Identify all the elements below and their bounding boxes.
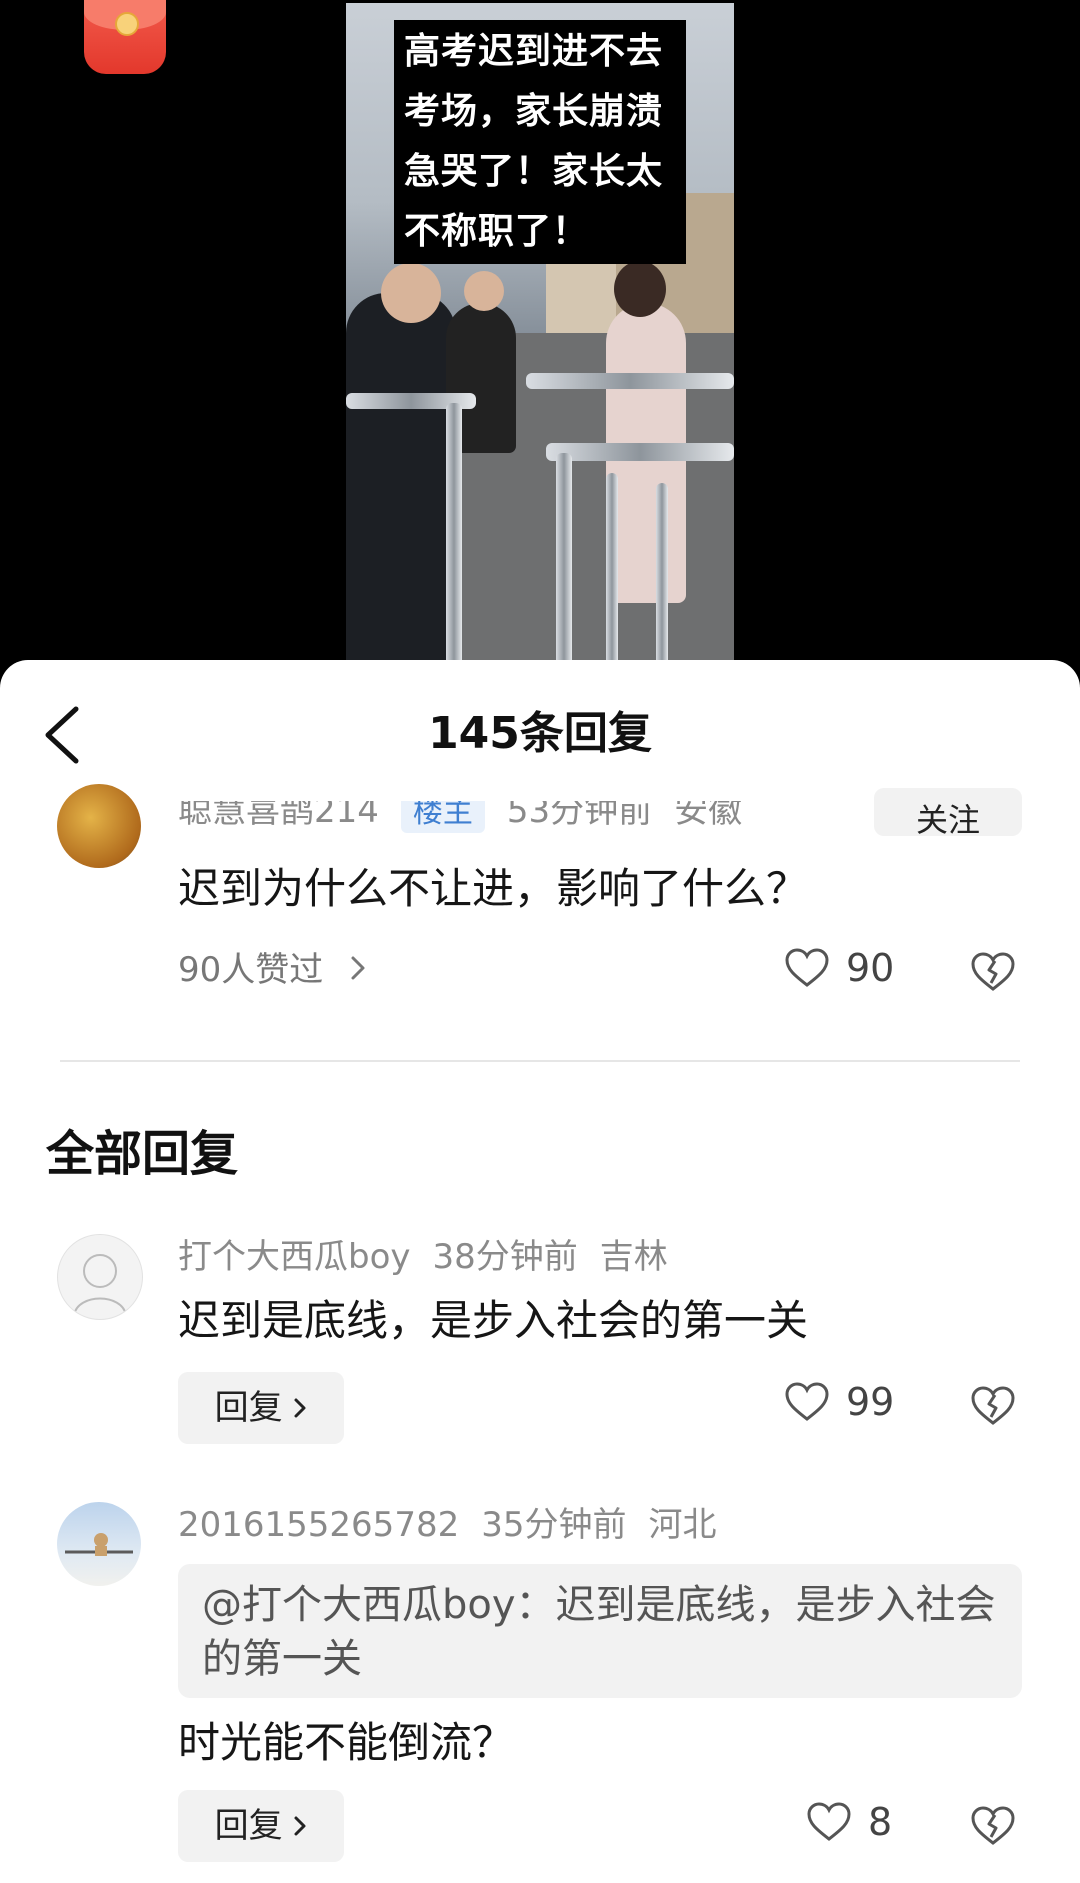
avatar[interactable] (57, 1234, 143, 1320)
heart-icon (785, 948, 829, 987)
comment-meta: 打个大西瓜boy 38分钟前 吉林 (178, 1234, 690, 1280)
video-player[interactable]: 高考迟到进不去 考场，家长崩溃 急哭了！家长太 不称职了！ (346, 3, 734, 665)
comment-location: 安徽 (674, 791, 743, 831)
chevron-right-icon (293, 1806, 307, 1846)
follow-button[interactable]: 关注 (874, 788, 1022, 836)
like-count: 8 (868, 1800, 893, 1844)
chevron-right-icon (339, 950, 366, 990)
broken-heart-icon[interactable] (970, 1386, 1016, 1430)
replies-sheet: 145条回复 聪慧喜鹊214 楼主 53分钟前 安徽 关注 迟到为什么不让进，影响了什… (0, 660, 1080, 1883)
page-title: 145条回复 (428, 708, 652, 759)
comment-time: 53分钟前 (506, 791, 653, 831)
like-button[interactable]: 90 (784, 946, 894, 990)
broken-heart-icon[interactable] (970, 952, 1016, 996)
reply-button[interactable]: 回复 (178, 1790, 344, 1862)
author-name[interactable]: 打个大西瓜boy (178, 1237, 411, 1277)
avatar[interactable] (57, 1502, 141, 1586)
comment-text: 迟到是底线，是步入社会的第一关 (178, 1296, 809, 1345)
red-packet-icon[interactable] (84, 0, 166, 74)
reply-button[interactable]: 回复 (178, 1372, 344, 1444)
like-button[interactable]: 99 (784, 1380, 894, 1424)
like-count: 90 (846, 946, 895, 990)
author-name[interactable]: 2016155265782 (178, 1505, 459, 1545)
liked-by-label: 90人赞过 (178, 950, 324, 990)
quoted-comment[interactable]: @打个大西瓜boy：迟到是底线，是步入社会的第一关 (178, 1564, 1022, 1698)
caption-line: 考场，家长崩溃 (404, 91, 664, 132)
comment-meta: 聪慧喜鹊214 楼主 53分钟前 安徽 (178, 791, 764, 834)
avatar[interactable] (57, 784, 141, 868)
heart-icon (807, 1802, 851, 1841)
section-title: 全部回复 (46, 1126, 239, 1182)
liked-by-link[interactable]: 90人赞过 (178, 946, 366, 994)
comment-location: 吉林 (599, 1237, 668, 1277)
op-badge: 楼主 (400, 801, 485, 833)
video-area: 高考迟到进不去 考场，家长崩溃 急哭了！家长太 不称职了！ (0, 0, 1080, 670)
sheet-header: 145条回复 (0, 660, 1080, 790)
comment-text: 时光能不能倒流？ (178, 1718, 515, 1767)
like-button[interactable]: 8 (806, 1800, 892, 1844)
caption-line: 高考迟到进不去 (404, 31, 664, 72)
divider (60, 1060, 1020, 1062)
broken-heart-icon[interactable] (970, 1806, 1016, 1850)
reply-label: 回复 (214, 1806, 283, 1846)
comment-text: 迟到为什么不让进，影响了什么？ (178, 864, 809, 913)
heart-icon (785, 1382, 829, 1421)
caption-line: 不称职了！ (404, 211, 590, 252)
comment-meta: 2016155265782 35分钟前 河北 (178, 1502, 738, 1548)
comment-time: 38分钟前 (432, 1237, 578, 1277)
reply-label: 回复 (214, 1388, 283, 1428)
like-count: 99 (846, 1380, 895, 1424)
comment-time: 35分钟前 (481, 1505, 627, 1545)
caption-line: 急哭了！家长太 (404, 151, 664, 192)
chevron-right-icon (293, 1388, 307, 1428)
author-name[interactable]: 聪慧喜鹊214 (178, 801, 379, 831)
comment-location: 河北 (648, 1505, 717, 1545)
video-caption: 高考迟到进不去 考场，家长崩溃 急哭了！家长太 不称职了！ (394, 20, 686, 264)
